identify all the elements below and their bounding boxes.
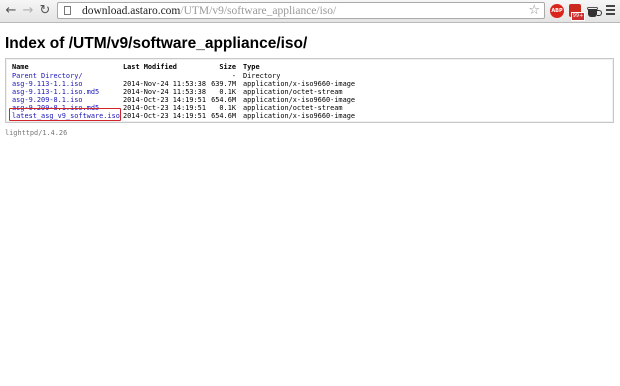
file-modified: 2014-Nov-24 11:53:38 <box>123 79 206 88</box>
directory-listing: Name Last Modified Size Type Parent Dire… <box>5 58 614 123</box>
column-header-size[interactable]: Size <box>219 63 236 71</box>
address-bar[interactable]: download.astaro.com/UTM/v9/software_appl… <box>57 2 545 19</box>
column-header-name[interactable]: Name <box>12 63 29 71</box>
coffee-cup-icon[interactable] <box>587 4 602 18</box>
column-header-type[interactable]: Type <box>243 63 260 71</box>
file-link[interactable]: Parent Directory/ <box>12 72 83 80</box>
forward-arrow-icon[interactable]: → <box>20 3 36 19</box>
file-size: 654.6M <box>211 95 236 104</box>
file-link[interactable]: asg-9.113-1.1.iso <box>12 80 83 88</box>
file-size: 639.7M <box>211 79 236 88</box>
extension-badge: 99+ <box>571 12 585 21</box>
file-type: application/x-iso9660-image <box>243 79 356 88</box>
column-header-modified[interactable]: Last Modified <box>123 63 177 71</box>
file-size: 654.6M <box>211 111 236 120</box>
page-title: Index of /UTM/v9/software_appliance/iso/ <box>5 35 308 52</box>
url-text[interactable]: download.astaro.com/UTM/v9/software_appl… <box>82 4 336 18</box>
page-icon <box>64 6 71 15</box>
file-modified: 2014-Oct-23 14:19:51 <box>123 103 206 112</box>
file-type: application/octet-stream <box>243 103 343 112</box>
page-content: Index of /UTM/v9/software_appliance/iso/… <box>0 23 620 386</box>
file-modified: 2014-Oct-23 14:19:51 <box>123 95 206 104</box>
file-size: - <box>231 71 236 80</box>
menu-icon[interactable] <box>606 5 615 16</box>
extension-icon[interactable]: 99+ <box>569 4 585 21</box>
file-link[interactable]: asg-9.113-1.1.iso.md5 <box>12 88 99 96</box>
file-type: application/x-iso9660-image <box>243 95 356 104</box>
file-size: 0.1K <box>219 103 236 112</box>
file-size: 0.1K <box>219 87 236 96</box>
file-modified: 2014-Nov-24 11:53:38 <box>123 87 206 96</box>
url-path: /UTM/v9/software_appliance/iso/ <box>180 5 337 17</box>
browser-toolbar: ← → ↻ download.astaro.com/UTM/v9/softwar… <box>0 0 620 23</box>
reload-icon[interactable]: ↻ <box>37 3 53 19</box>
file-type: application/x-iso9660-image <box>243 111 356 120</box>
file-type: application/octet-stream <box>243 87 343 96</box>
file-modified: 2014-Oct-23 14:19:51 <box>123 111 206 120</box>
url-host: download.astaro.com <box>82 5 181 17</box>
bookmark-star-icon[interactable]: ☆ <box>528 3 540 18</box>
highlight-box <box>9 108 121 121</box>
file-link[interactable]: asg-9.209-8.1.iso <box>12 96 83 104</box>
adblock-plus-icon[interactable]: ABP <box>550 4 564 18</box>
back-arrow-icon[interactable]: ← <box>3 3 19 19</box>
file-type: Directory <box>243 71 281 80</box>
server-signature: lighttpd/1.4.26 <box>5 129 68 137</box>
